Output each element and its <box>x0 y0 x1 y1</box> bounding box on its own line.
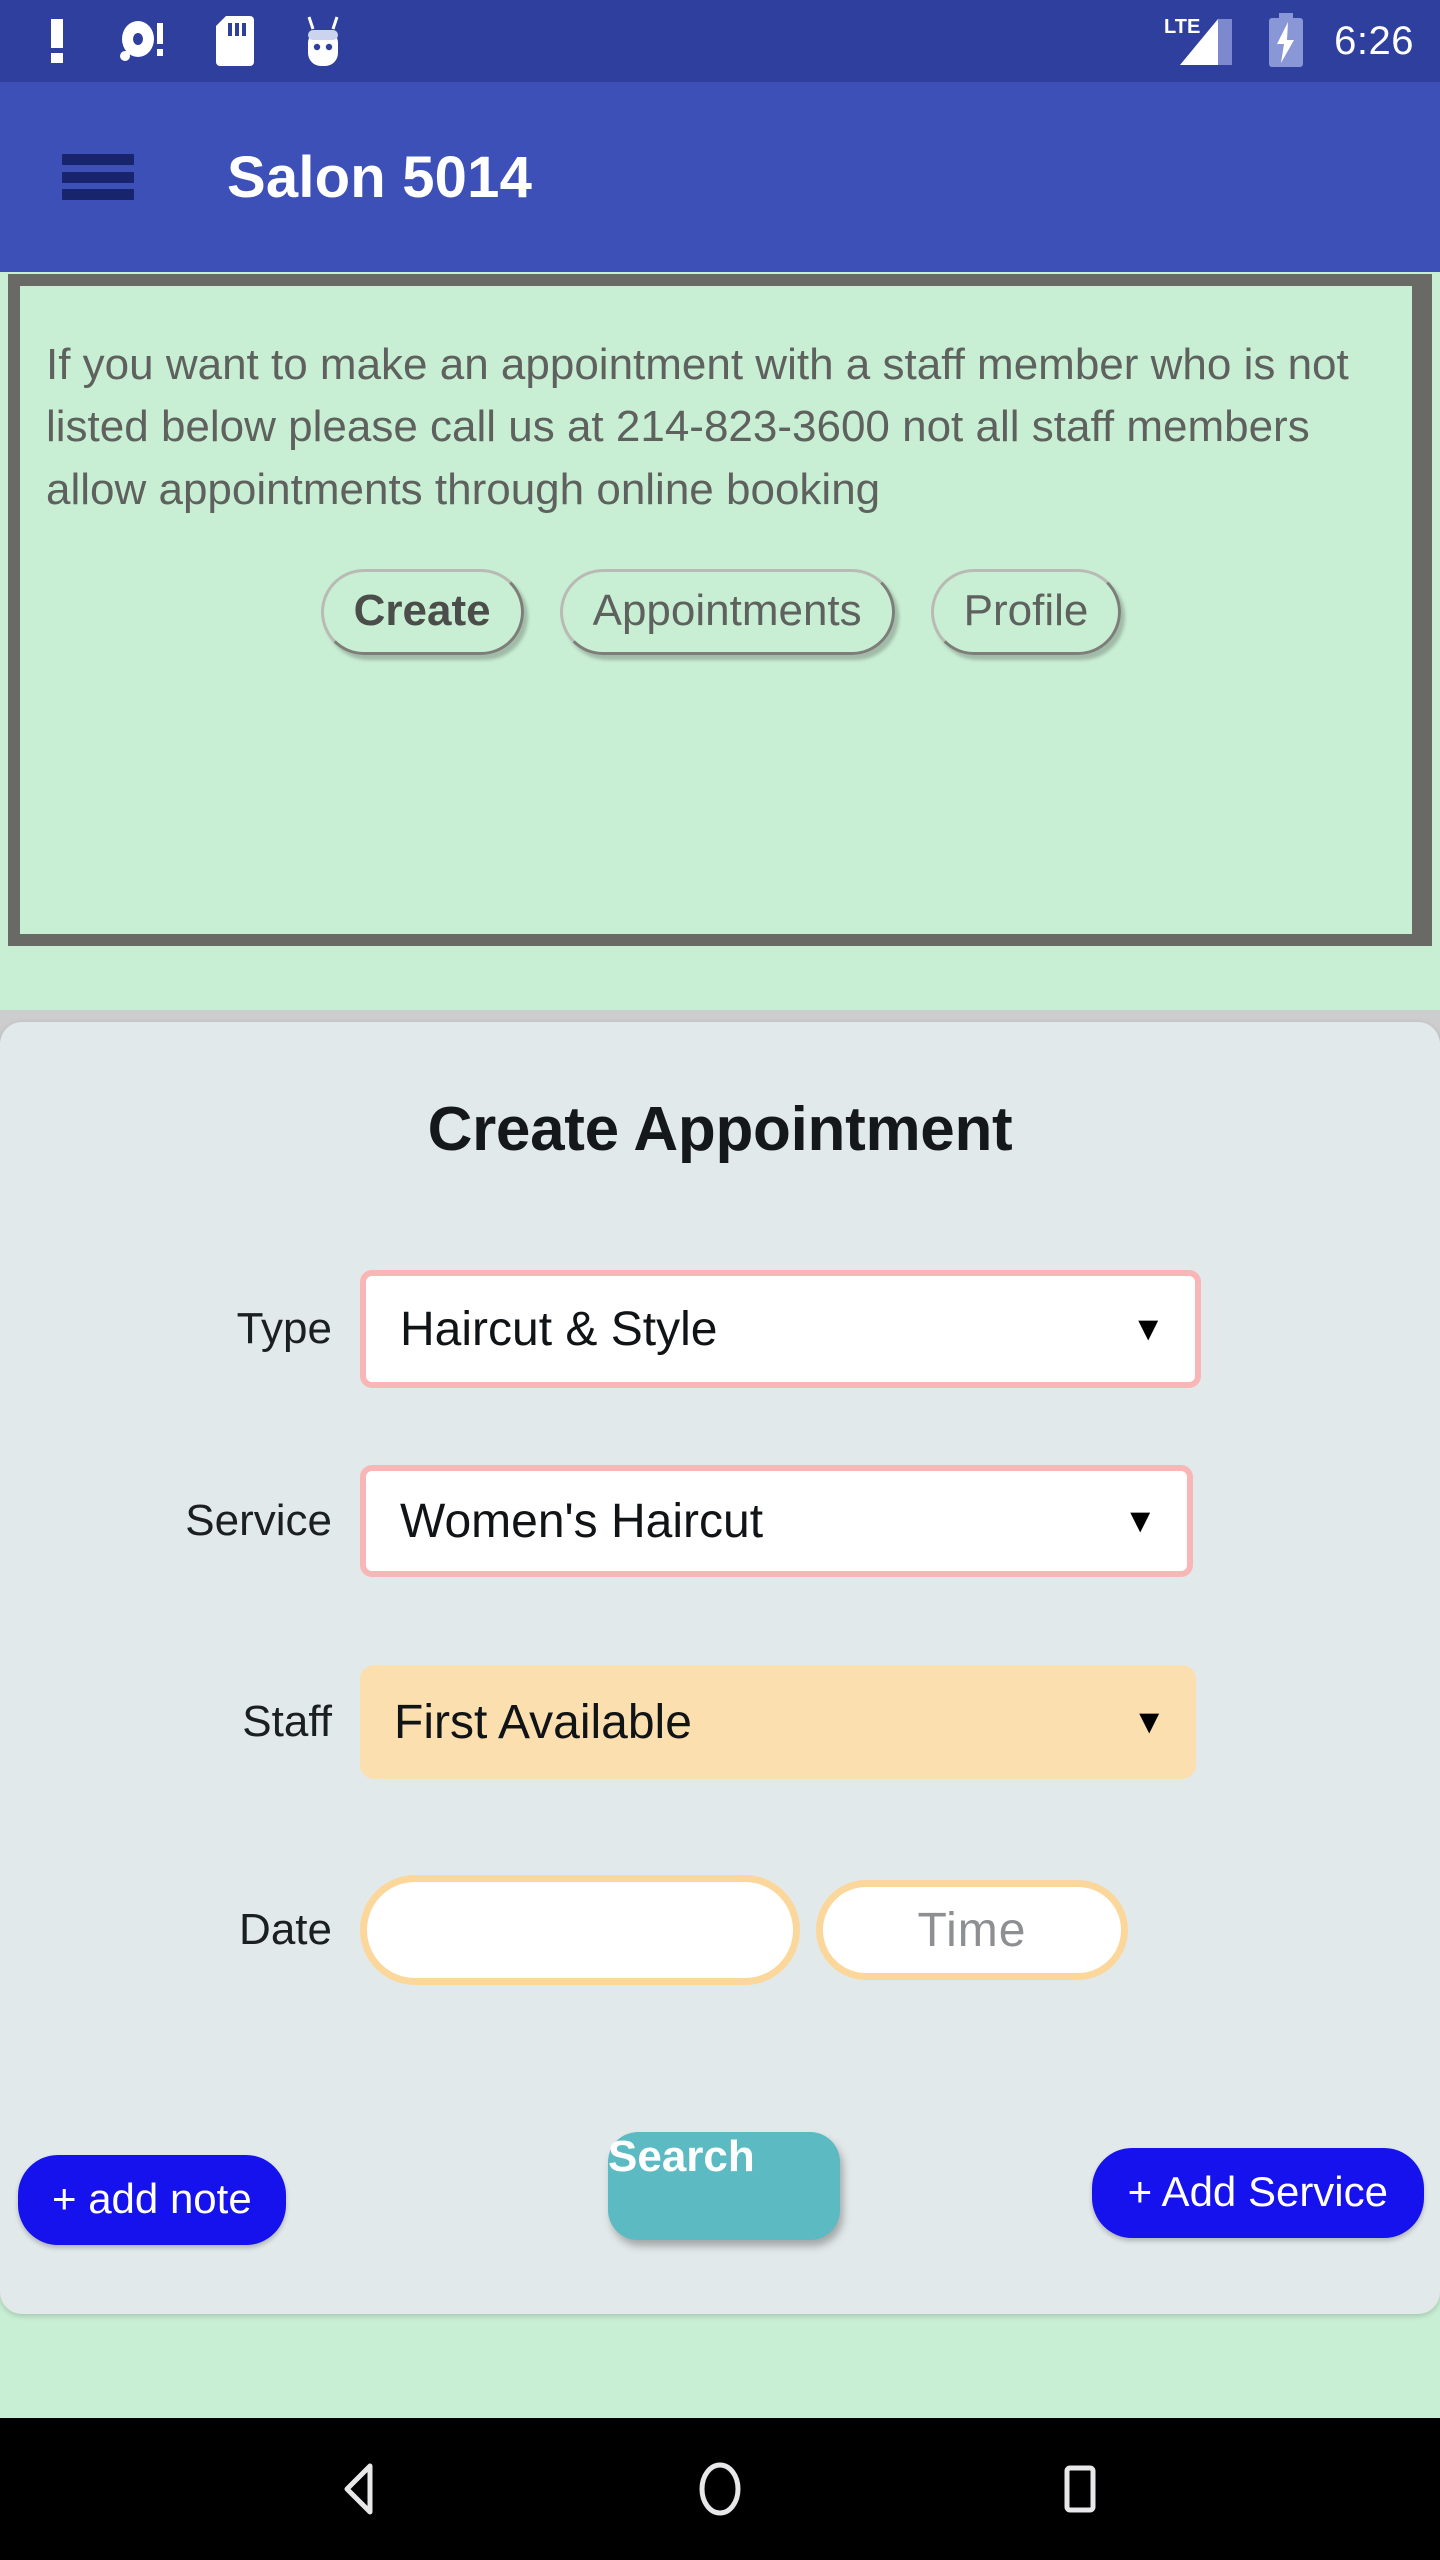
date-input[interactable] <box>360 1875 800 1985</box>
add-note-button[interactable]: + add note <box>18 2155 286 2245</box>
type-label: Type <box>236 1304 332 1353</box>
home-icon[interactable] <box>689 2458 751 2520</box>
hamburger-bar <box>62 171 134 183</box>
service-select-value: Women's Haircut <box>400 1494 764 1548</box>
android-robot-icon <box>300 16 346 66</box>
status-bar-notifications <box>44 16 1162 66</box>
field-row-date-time: Date Time <box>0 1875 1440 1985</box>
staff-select-value: First Available <box>394 1695 692 1749</box>
recents-icon[interactable] <box>1049 2458 1111 2520</box>
chevron-down-icon: ▼ <box>1131 1310 1165 1348</box>
tab-profile[interactable]: Profile <box>930 569 1122 656</box>
status-bar-time: 6:26 <box>1334 18 1414 63</box>
hamburger-menu-icon[interactable] <box>62 147 134 207</box>
field-row-service: Service Women's Haircut ▼ <box>0 1465 1440 1577</box>
service-label: Service <box>185 1496 332 1545</box>
staff-select[interactable]: First Available ▼ <box>360 1665 1196 1779</box>
tab-appointments[interactable]: Appointments <box>559 569 895 656</box>
staff-label: Staff <box>242 1697 332 1746</box>
search-button[interactable]: Search <box>608 2132 840 2240</box>
lte-signal-icon: LTE <box>1162 13 1248 69</box>
status-bar: LTE 6:26 <box>0 0 1440 82</box>
field-row-staff: Staff First Available ▼ <box>0 1665 1440 1779</box>
service-select[interactable]: Women's Haircut ▼ <box>360 1465 1193 1577</box>
notice-card: If you want to make an appointment with … <box>8 274 1432 946</box>
page-title: Salon 5014 <box>227 144 533 210</box>
chevron-down-icon: ▼ <box>1123 1502 1157 1540</box>
date-label: Date <box>239 1905 332 1954</box>
field-row-type: Type Haircut & Style ▼ <box>0 1270 1440 1388</box>
time-input-placeholder: Time <box>917 1903 1027 1957</box>
battery-charging-icon <box>1266 13 1306 69</box>
tab-create[interactable]: Create <box>320 569 524 656</box>
type-select-value: Haircut & Style <box>400 1302 718 1356</box>
hamburger-bar <box>62 189 134 200</box>
add-service-button[interactable]: + Add Service <box>1091 2148 1424 2238</box>
time-input[interactable]: Time <box>816 1880 1128 1980</box>
back-icon[interactable] <box>329 2458 391 2520</box>
disc-notification-icon <box>116 19 170 63</box>
status-bar-system-icons: LTE 6:26 <box>1162 13 1414 69</box>
exclamation-notification-icon <box>44 19 70 63</box>
hamburger-bar <box>62 154 134 165</box>
android-nav-bar <box>0 2418 1440 2560</box>
chevron-down-icon: ▼ <box>1132 1703 1166 1741</box>
svg-text:LTE: LTE <box>1164 16 1200 38</box>
notice-tabs: Create Appointments Profile <box>20 569 1412 656</box>
form-title: Create Appointment <box>427 1095 1013 1164</box>
type-select[interactable]: Haircut & Style ▼ <box>360 1270 1201 1388</box>
sd-card-icon <box>216 16 254 66</box>
app-header: Salon 5014 <box>0 82 1440 272</box>
notice-text: If you want to make an appointment with … <box>46 340 1349 514</box>
